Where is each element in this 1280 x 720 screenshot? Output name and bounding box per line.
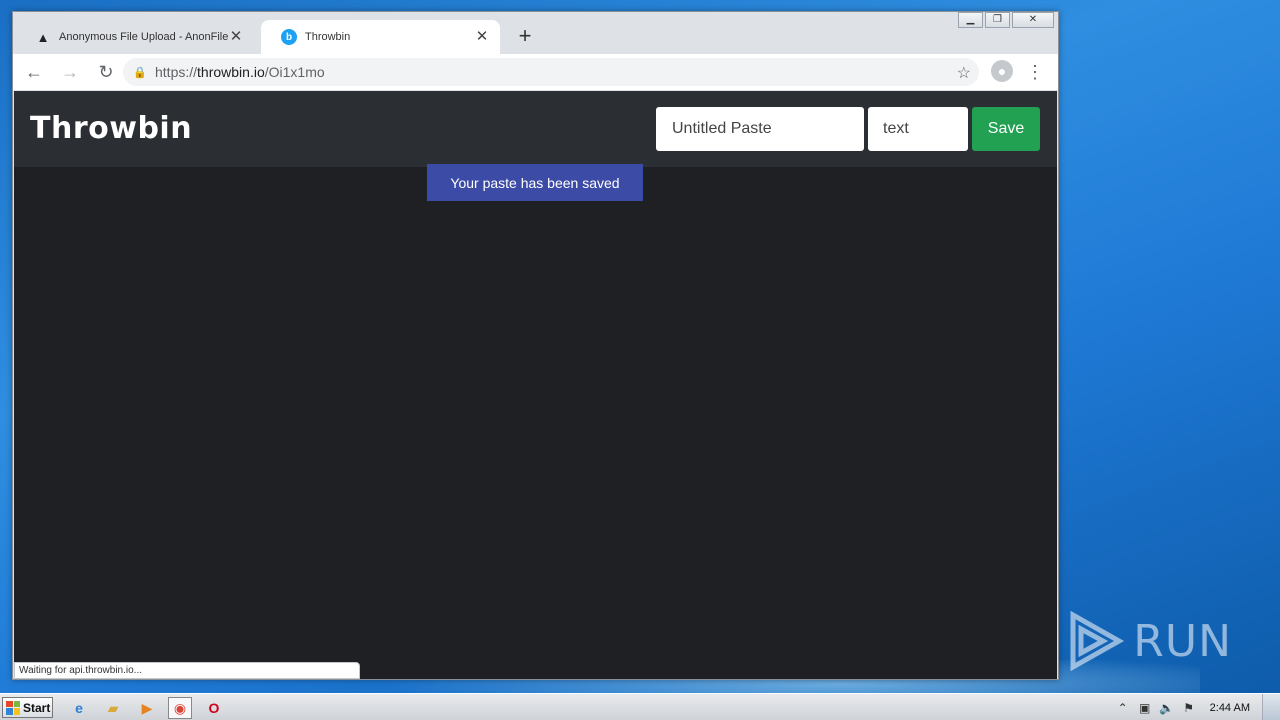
show-desktop-button[interactable] bbox=[1262, 694, 1280, 720]
bookmark-star-icon[interactable]: ☆ bbox=[957, 63, 971, 83]
throwbin-favicon-icon: b bbox=[281, 29, 297, 45]
paste-title-input[interactable] bbox=[656, 107, 864, 151]
tab-title: Throwbin bbox=[305, 31, 351, 43]
tab-close-icon[interactable]: ✕ bbox=[474, 29, 490, 45]
browser-status-bar: Waiting for api.throwbin.io... bbox=[14, 662, 360, 679]
chrome-taskbar-icon[interactable]: ◉ bbox=[168, 697, 192, 719]
tab-anonfile[interactable]: ▲ Anonymous File Upload - AnonFile ✕ bbox=[15, 20, 254, 54]
file-explorer-icon[interactable]: ▰ bbox=[101, 697, 125, 719]
save-button[interactable]: Save bbox=[972, 107, 1040, 151]
windows-taskbar: Start e ▰ ▶ ◉ O ⌃ ▣ 🔈 ⚑ 2:44 AM bbox=[0, 693, 1280, 720]
window-close-button[interactable]: ✕ bbox=[1012, 12, 1054, 28]
internet-explorer-icon[interactable]: e bbox=[67, 697, 91, 719]
profile-avatar-icon[interactable]: ● bbox=[991, 60, 1013, 82]
windows-logo-icon bbox=[6, 700, 20, 715]
action-center-flag-icon[interactable]: ⚑ bbox=[1178, 701, 1200, 715]
start-button[interactable]: Start bbox=[2, 697, 53, 718]
minimize-button[interactable]: ▁ bbox=[958, 12, 983, 28]
volume-icon[interactable]: 🔈 bbox=[1156, 701, 1178, 715]
show-hidden-icons-icon[interactable]: ⌃ bbox=[1112, 701, 1134, 715]
tab-title: Anonymous File Upload - AnonFile bbox=[59, 31, 228, 43]
throwbin-logo[interactable]: Throwbin bbox=[30, 111, 192, 146]
url-text: https://throwbin.io/Oi1x1mo bbox=[155, 64, 325, 80]
chrome-menu-icon[interactable]: ⋮ bbox=[1025, 58, 1045, 86]
anonfile-favicon-icon: ▲ bbox=[36, 29, 50, 45]
paste-type-input[interactable] bbox=[868, 107, 968, 151]
window-controls: ▁ ❐ ✕ bbox=[958, 12, 1054, 28]
tab-throwbin[interactable]: b Throwbin ✕ bbox=[261, 20, 500, 54]
system-tray: ⌃ ▣ 🔈 ⚑ 2:44 AM bbox=[1112, 694, 1280, 720]
taskbar-clock[interactable]: 2:44 AM bbox=[1210, 702, 1250, 714]
reload-button[interactable]: ↻ bbox=[91, 57, 121, 87]
back-button[interactable]: ← bbox=[19, 57, 49, 87]
start-label: Start bbox=[23, 700, 51, 715]
forward-button[interactable]: → bbox=[55, 57, 85, 87]
browser-toolbar: ← → ↻ 🔒 https://throwbin.io/Oi1x1mo ☆ ● … bbox=[13, 54, 1058, 90]
address-bar[interactable]: 🔒 https://throwbin.io/Oi1x1mo ☆ bbox=[123, 58, 979, 86]
tab-close-icon[interactable]: ✕ bbox=[228, 29, 244, 45]
chrome-window: ▲ Anonymous File Upload - AnonFile ✕ b T… bbox=[12, 11, 1059, 680]
lock-icon: 🔒 bbox=[133, 66, 147, 79]
watermark-play-icon bbox=[1070, 610, 1125, 672]
saved-notification: Your paste has been saved bbox=[427, 164, 643, 201]
watermark-text-right: RUN bbox=[1133, 615, 1232, 667]
site-header: Throwbin Save bbox=[14, 91, 1057, 167]
new-tab-button[interactable]: + bbox=[513, 25, 537, 49]
media-player-icon[interactable]: ▶ bbox=[135, 697, 159, 719]
page-viewport: Throwbin Save Your paste has been saved … bbox=[14, 91, 1057, 679]
restore-button[interactable]: ❐ bbox=[985, 12, 1010, 28]
network-icon[interactable]: ▣ bbox=[1134, 701, 1156, 715]
opera-icon[interactable]: O bbox=[202, 697, 226, 719]
tab-strip: ▲ Anonymous File Upload - AnonFile ✕ b T… bbox=[13, 12, 1058, 54]
